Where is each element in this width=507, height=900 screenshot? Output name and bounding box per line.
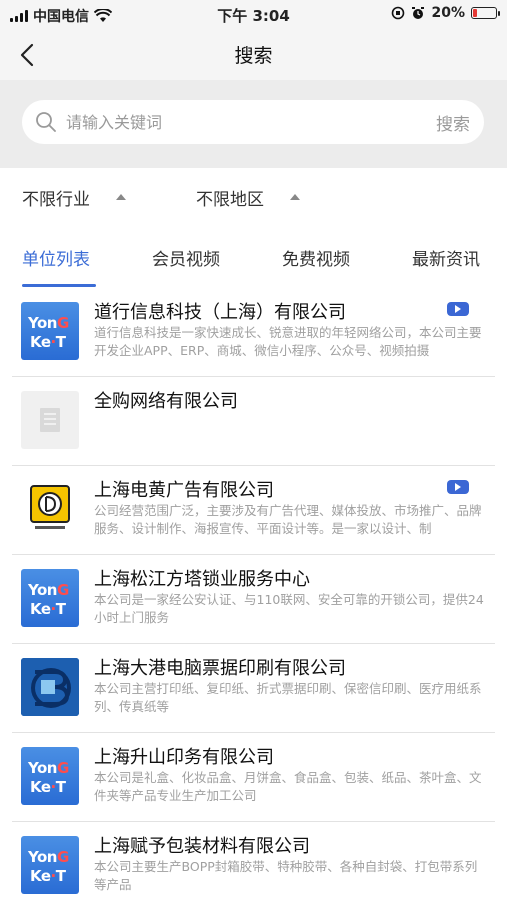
search-icon [36,112,56,132]
company-list: YonG Ke·T 道行信息科技（上海）有限公司 道行信息科技是一家快速成长、锐… [0,288,507,900]
video-badge-icon [447,480,469,494]
list-item[interactable]: YonG Ke·T 上海赋予包装材料有限公司 本公司主要生产BOPP封箱胶带、特… [0,822,507,900]
company-name: 道行信息科技（上海）有限公司 [94,302,346,323]
region-filter-label: 不限地区 [196,190,264,210]
tab-free-video[interactable]: 免费视频 [282,245,350,270]
list-item[interactable]: YonG Ke·T 上海升山印务有限公司 本公司是礼盒、化妆品盒、月饼盒、食品盒… [0,733,507,822]
company-description [94,413,486,449]
company-description: 本公司主营打印纸、复印纸、折式票据印刷、保密信印刷、医疗用纸系列、传真纸等 [94,681,482,714]
list-item[interactable]: YonG Ke·T 道行信息科技（上海）有限公司 道行信息科技是一家快速成长、锐… [0,288,507,377]
company-description: 本公司主要生产BOPP封箱胶带、特种胶带、各种自封袋、打包带系列等产品 [94,859,478,892]
list-item[interactable]: 上海大港电脑票据印刷有限公司 本公司主营打印纸、复印纸、折式票据印刷、保密信印刷… [0,644,507,733]
search-box: 搜索 [22,100,484,144]
company-description: 道行信息科技是一家快速成长、锐意进取的年轻网络公司，本公司主要开发企业APP、E… [94,325,482,358]
industry-filter-label: 不限行业 [22,190,90,210]
company-name: 全购网络有限公司 [94,391,238,412]
region-filter[interactable]: 不限地区 [196,185,300,210]
list-item[interactable]: 上海电黄广告有限公司 公司经营范围广泛，主要涉及有广告代理、媒体投放、市场推广、… [0,466,507,555]
company-description: 公司经营范围广泛，主要涉及有广告代理、媒体投放、市场推广、品牌服务、设计制作、海… [94,503,482,536]
nav-bar: 搜索 [0,30,507,80]
yongke-logo: YonG Ke·T [21,747,79,805]
dianhuang-logo [21,480,79,538]
company-description: 本公司是一家经公安认证、与110联网、安全可靠的开锁公司，提供24小时上门服务 [94,592,484,625]
orientation-lock-icon [392,6,405,20]
caret-up-icon [290,193,300,200]
tab-latest-news[interactable]: 最新资讯 [412,245,480,270]
status-right: 20% [391,5,500,21]
list-item[interactable]: 全购网络有限公司 [0,377,507,466]
placeholder-building-icon [21,391,79,449]
yongke-logo: YonG Ke·T [21,836,79,894]
caret-up-icon [116,193,126,200]
company-name: 上海升山印务有限公司 [94,747,274,768]
dagang-logo [21,658,79,716]
active-tab-indicator [22,284,96,287]
search-region: 搜索 [0,80,507,168]
yongke-logo: YonG Ke·T [21,569,79,627]
search-button[interactable]: 搜索 [436,110,470,135]
company-name: 上海松江方塔锁业服务中心 [94,569,310,590]
battery-icon [471,7,500,19]
company-name: 上海电黄广告有限公司 [94,480,274,501]
yongke-logo: YonG Ke·T [21,302,79,360]
battery-percent: 20% [431,5,465,21]
tab-bar: 单位列表 会员视频 免费视频 最新资讯 [0,226,507,288]
tab-member-video[interactable]: 会员视频 [152,245,220,270]
industry-filter[interactable]: 不限行业 [22,185,126,210]
status-bar: 中国电信 下午 3:04 20% [0,0,507,30]
alarm-icon [412,7,425,19]
company-name: 上海大港电脑票据印刷有限公司 [94,658,346,679]
page-title: 搜索 [234,45,273,67]
list-item[interactable]: YonG Ke·T 上海松江方塔锁业服务中心 本公司是一家经公安认证、与110联… [0,555,507,644]
company-name: 上海赋予包装材料有限公司 [94,836,310,857]
video-badge-icon [447,302,469,316]
search-input[interactable] [66,107,386,137]
tab-unit-list[interactable]: 单位列表 [22,245,90,270]
filter-bar: 不限行业 不限地区 [0,168,507,226]
company-description: 本公司是礼盒、化妆品盒、月饼盒、食品盒、包装、纸品、茶叶盒、文件夹等产品专业生产… [94,770,482,803]
